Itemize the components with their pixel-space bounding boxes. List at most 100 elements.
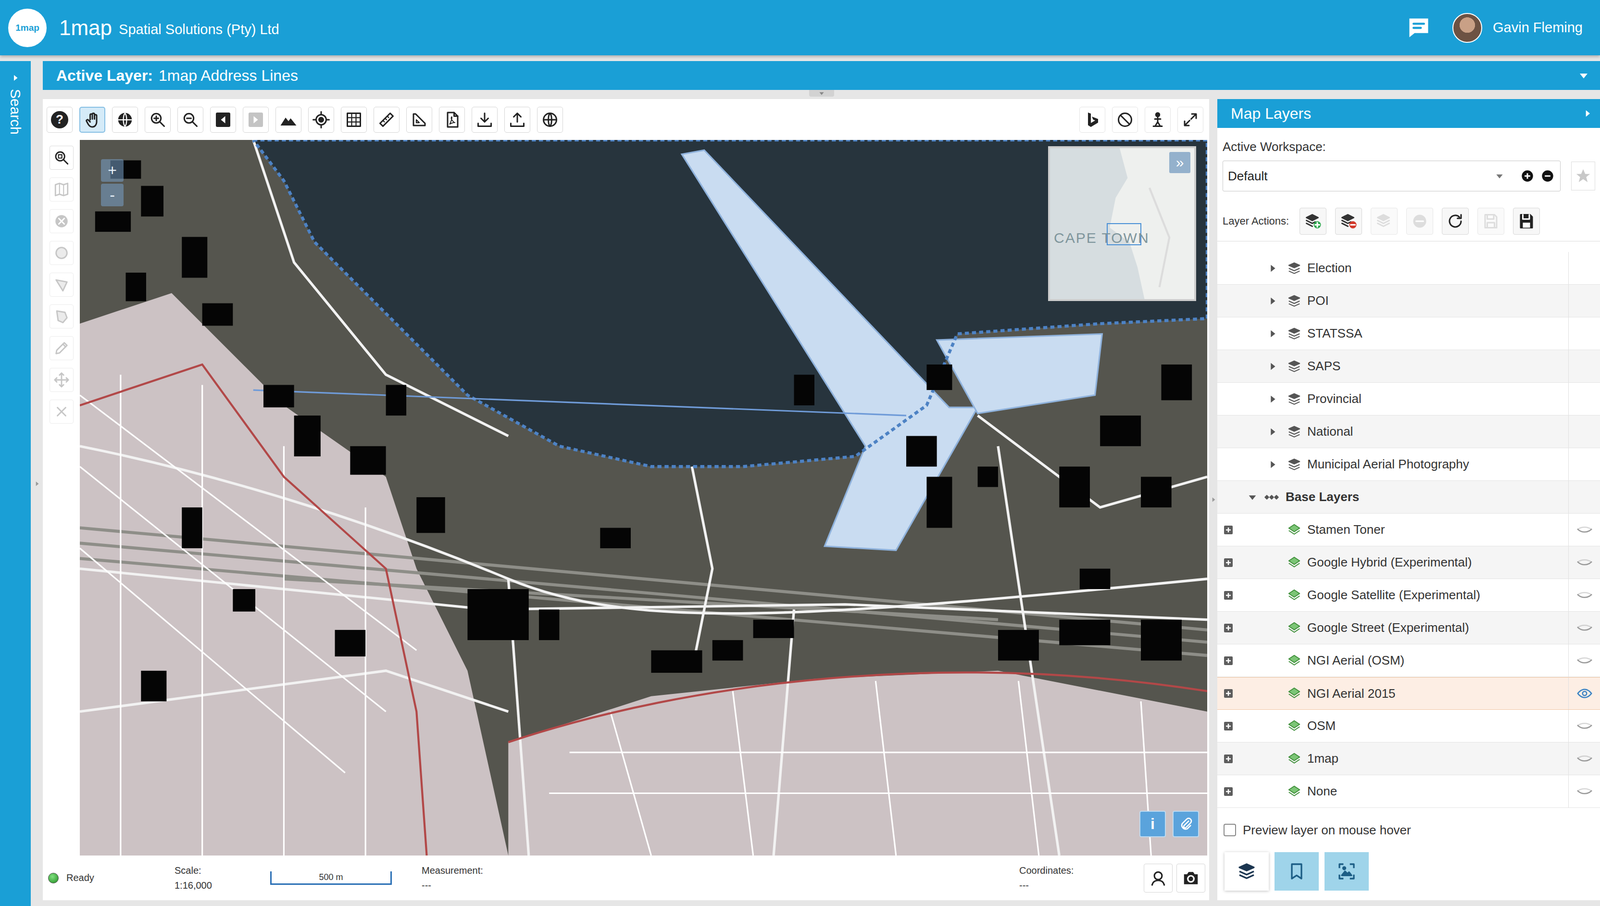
mountain-button[interactable] xyxy=(275,106,302,133)
noentry-button[interactable] xyxy=(1112,106,1138,133)
layer-row[interactable]: Municipal Aerial Photography xyxy=(1217,448,1600,481)
layerprops-button[interactable] xyxy=(1370,207,1398,235)
layers-panel-header[interactable]: Map Layers xyxy=(1217,99,1600,128)
globe-button[interactable] xyxy=(112,106,138,133)
eye-closed-icon[interactable] xyxy=(1576,619,1593,637)
layer-row[interactable]: SAPS xyxy=(1217,350,1600,383)
expand-legend-icon[interactable] xyxy=(1222,720,1235,732)
layer-row[interactable]: National xyxy=(1217,415,1600,449)
save-button[interactable] xyxy=(1477,207,1505,235)
addlayer-button[interactable] xyxy=(1299,207,1327,235)
removelayer-button[interactable] xyxy=(1335,207,1363,235)
dropdown-caret-icon[interactable] xyxy=(1577,69,1590,82)
eye-closed-icon[interactable] xyxy=(1576,587,1593,604)
zoom-in-button[interactable]: + xyxy=(100,159,124,182)
caret-right-icon[interactable] xyxy=(1267,459,1278,470)
layer-row[interactable]: Google Hybrid (Experimental) xyxy=(1217,546,1600,579)
upload-button[interactable] xyxy=(504,106,531,133)
eye-closed-icon[interactable] xyxy=(1576,652,1593,669)
expand-legend-icon[interactable] xyxy=(1222,752,1235,765)
user-name[interactable]: Gavin Fleming xyxy=(1492,19,1583,36)
zoomin-button[interactable] xyxy=(144,106,171,133)
caret-right-icon[interactable] xyxy=(1267,328,1278,339)
expand-legend-icon[interactable] xyxy=(1222,589,1235,601)
locate-person-button[interactable] xyxy=(1143,863,1173,893)
stack-tab[interactable] xyxy=(1224,851,1269,891)
target-button[interactable] xyxy=(308,106,335,133)
expand-legend-icon[interactable] xyxy=(1222,556,1235,569)
layer-row[interactable]: Base Layers xyxy=(1217,480,1600,514)
grid-button[interactable] xyxy=(340,106,367,133)
layer-row[interactable]: Google Satellite (Experimental) xyxy=(1217,578,1600,612)
collapse-caret-icon[interactable] xyxy=(817,89,826,97)
splitter-caret-icon[interactable] xyxy=(1210,494,1217,505)
select-caret-icon[interactable] xyxy=(1494,171,1505,181)
minusbtn-button[interactable] xyxy=(1406,207,1434,235)
layer-row[interactable]: Stamen Toner xyxy=(1217,513,1600,547)
panel-splitter[interactable] xyxy=(1209,99,1218,900)
expand-legend-icon[interactable] xyxy=(1222,687,1235,700)
favourite-button[interactable] xyxy=(1571,161,1596,191)
bookmark-tab[interactable] xyxy=(1274,851,1319,891)
help-button[interactable]: ? xyxy=(46,106,73,133)
logo[interactable]: 1map xyxy=(8,8,47,48)
move-button[interactable] xyxy=(49,367,74,392)
handle-caret-icon[interactable] xyxy=(33,478,41,489)
caret-down-icon[interactable] xyxy=(1247,491,1258,503)
pencil-button[interactable] xyxy=(49,336,74,361)
overview-map[interactable]: CAPE TOWN» xyxy=(1048,146,1197,301)
person-button[interactable] xyxy=(1144,106,1171,133)
attach-button[interactable] xyxy=(1172,810,1200,838)
layer-row[interactable]: Google Street (Experimental) xyxy=(1217,611,1600,645)
info-button[interactable]: i xyxy=(1139,810,1166,838)
caret-right-icon[interactable] xyxy=(1267,262,1278,274)
mapselect-button[interactable] xyxy=(49,177,74,202)
aerial-map[interactable] xyxy=(79,139,1208,856)
layer-row[interactable]: Provincial xyxy=(1217,382,1600,416)
caret-right-icon[interactable] xyxy=(1267,295,1278,307)
layer-row[interactable]: POI xyxy=(1217,284,1600,318)
layer-row[interactable]: OSM xyxy=(1217,709,1600,743)
preview-option[interactable]: Preview layer on mouse hover xyxy=(1217,807,1600,852)
polygon-button[interactable] xyxy=(49,272,74,297)
eye-closed-icon[interactable] xyxy=(1576,783,1593,800)
expand-button[interactable] xyxy=(1177,106,1204,133)
pdf-button[interactable] xyxy=(438,106,465,133)
workspace-select[interactable]: Default xyxy=(1222,160,1561,192)
caret-right-icon[interactable] xyxy=(1267,393,1278,405)
expand-legend-icon[interactable] xyxy=(1222,622,1235,634)
back-button[interactable] xyxy=(210,106,237,133)
globe2-button[interactable] xyxy=(537,106,563,133)
layer-row[interactable]: NGI Aerial 2015 xyxy=(1217,676,1600,710)
layer-row[interactable]: Election xyxy=(1217,251,1600,285)
rail-handle[interactable] xyxy=(30,61,43,906)
imagetab-tab[interactable] xyxy=(1324,851,1369,891)
add-workspace-icon[interactable] xyxy=(1520,169,1535,183)
overview-toggle-button[interactable]: » xyxy=(1169,151,1191,174)
bing-button[interactable] xyxy=(1079,106,1106,133)
active-layer-bar[interactable]: Active Layer:1map Address Lines xyxy=(42,61,1600,90)
forward-button[interactable] xyxy=(242,106,269,133)
zoom-out-button[interactable]: - xyxy=(100,183,124,207)
eye-closed-icon[interactable] xyxy=(1576,750,1593,767)
eye-closed-icon[interactable] xyxy=(1576,521,1593,538)
search-label[interactable]: Search xyxy=(7,88,24,135)
snapshot-button[interactable] xyxy=(1176,863,1206,893)
chat-icon[interactable] xyxy=(1406,15,1432,41)
remove-workspace-icon[interactable] xyxy=(1540,169,1555,183)
expand-caret-icon[interactable] xyxy=(11,73,20,83)
collapse-caret-icon[interactable] xyxy=(1582,108,1593,119)
layer-row[interactable]: None xyxy=(1217,775,1600,808)
collapse-tab[interactable] xyxy=(809,89,835,97)
preview-checkbox[interactable] xyxy=(1223,823,1237,837)
download-button[interactable] xyxy=(471,106,498,133)
area-button[interactable] xyxy=(406,106,433,133)
expand-legend-icon[interactable] xyxy=(1222,654,1235,667)
circle-button[interactable] xyxy=(49,240,74,265)
layer-row[interactable]: STATSSA xyxy=(1217,317,1600,350)
lasso-button[interactable] xyxy=(49,304,74,329)
user-avatar[interactable] xyxy=(1452,12,1483,43)
refresh-button[interactable] xyxy=(1441,207,1469,235)
remove-button[interactable] xyxy=(49,399,74,424)
zoomout-button[interactable] xyxy=(177,106,204,133)
